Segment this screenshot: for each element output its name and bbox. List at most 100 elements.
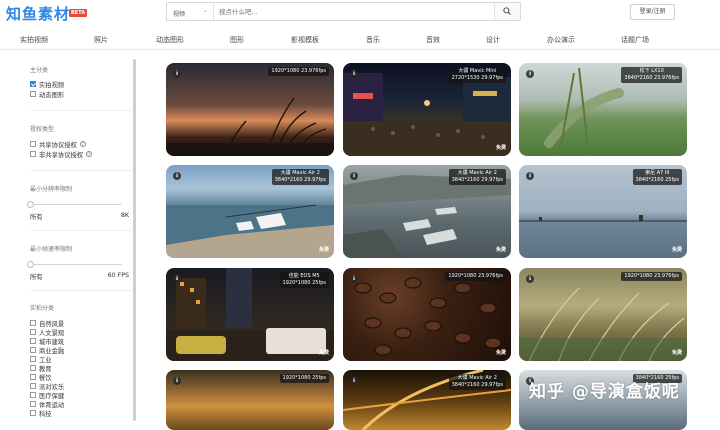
filter-cat-finance[interactable]: 商业金融 <box>30 347 64 356</box>
info-icon[interactable]: i <box>526 172 534 180</box>
help-icon[interactable]: ? <box>86 151 93 157</box>
filter-sidebar: 主分类 实拍视频 动态图形 授权类型 共享协议授权? 非共享协议授权? 最小分辨… <box>22 59 140 421</box>
info-icon[interactable]: i <box>173 275 181 283</box>
divider <box>30 230 132 231</box>
header: 知鱼素材 BETA 视频 ⌄ 登录/注册 <box>0 0 720 28</box>
info-icon[interactable]: i <box>173 172 181 180</box>
info-icon[interactable]: i <box>350 70 358 78</box>
filter-cat-health[interactable]: 医疗保健 <box>30 392 64 401</box>
filter-cat-nature[interactable]: 自然风景 <box>30 320 64 329</box>
help-icon[interactable]: ? <box>79 141 86 147</box>
video-meta: 1920*1080 23.976fps <box>268 67 329 76</box>
divider <box>30 290 132 291</box>
filter-cat-education[interactable]: 教育 <box>30 365 52 374</box>
checkbox[interactable] <box>30 383 36 389</box>
divider <box>30 170 132 171</box>
checkbox[interactable] <box>30 141 36 147</box>
nav-item-sound-effects[interactable]: 音效 <box>426 35 440 45</box>
filter-cat-party[interactable]: 派对欢乐 <box>30 383 64 392</box>
free-badge: 免费 <box>318 350 329 356</box>
nav-item-office[interactable]: 办公演示 <box>547 35 575 45</box>
video-tile[interactable]: i 索尼 A7 III 3840*2160 25fps 免费 <box>519 165 687 258</box>
video-meta: 大疆 Mavic Air 2 3840*2160 29.97fps <box>448 169 506 185</box>
checkbox[interactable] <box>30 329 36 335</box>
free-badge: 免费 <box>495 145 506 151</box>
video-meta: 1920*1080 25fps <box>279 374 329 383</box>
filter-cat-food[interactable]: 餐饮 <box>30 374 52 383</box>
checkbox[interactable] <box>30 392 36 398</box>
nav-item-motion-graphics[interactable]: 动态图形 <box>156 35 184 45</box>
zhihu-watermark: 知乎 @导演盒饭呢 <box>529 382 680 402</box>
min-framerate-slider[interactable] <box>27 261 122 268</box>
info-icon[interactable]: i <box>526 275 534 283</box>
video-tile[interactable]: i 佳能 EOS M5 1920*1080 25fps 免费 <box>166 268 334 361</box>
filter-cat-city[interactable]: 城市建筑 <box>30 338 64 347</box>
filter-main-live-video[interactable]: 实拍视频 <box>30 81 64 90</box>
free-badge: 免费 <box>495 350 506 356</box>
main-category-title: 主分类 <box>30 67 49 74</box>
filter-license-nonshared[interactable]: 非共享协议授权? <box>30 151 93 160</box>
nav-item-topics[interactable]: 话题广场 <box>621 35 649 45</box>
checkbox[interactable] <box>30 338 36 344</box>
video-tile[interactable]: i 1920*1080 23.976fps <box>166 63 334 156</box>
checkbox[interactable] <box>30 91 36 97</box>
min-resolution-range: 所有 8K <box>30 212 129 221</box>
checkbox[interactable] <box>30 356 36 362</box>
video-meta: 大疆 Mavic Mini 2720*1530 29.97fps <box>448 67 506 83</box>
min-resolution-slider[interactable] <box>27 201 122 208</box>
video-meta: 佳能 EOS M5 1920*1080 25fps <box>279 272 329 288</box>
video-tile[interactable]: i 1920*1080 23.976fps 免费 <box>343 268 511 361</box>
nav-item-design[interactable]: 设计 <box>486 35 500 45</box>
info-icon[interactable]: i <box>526 70 534 78</box>
checkbox[interactable] <box>30 347 36 353</box>
nav-item-video-templates[interactable]: 影视模板 <box>291 35 319 45</box>
checkbox[interactable] <box>30 401 36 407</box>
video-tile[interactable]: i 大疆 Mavic Air 2 3840*2160 29.97fps <box>343 370 511 430</box>
filter-cat-industry[interactable]: 工业 <box>30 356 52 365</box>
min-resolution-title: 最小分辨率限制 <box>30 186 73 193</box>
video-tile[interactable]: i 大疆 Mavic Mini 2720*1530 29.97fps 免费 <box>343 63 511 156</box>
video-meta: 1920*1080 23.976fps <box>621 272 682 281</box>
slider-handle[interactable] <box>27 201 34 208</box>
nav-item-photos[interactable]: 照片 <box>94 35 108 45</box>
info-icon[interactable]: i <box>173 377 181 385</box>
divider <box>30 110 132 111</box>
checkbox[interactable] <box>30 374 36 380</box>
checkbox-checked[interactable] <box>30 81 36 87</box>
nav-item-live-video[interactable]: 实拍视频 <box>20 35 48 45</box>
filter-cat-tech[interactable]: 科技 <box>30 410 52 419</box>
category-nav: 实拍视频 照片 动态图形 图形 影视模板 音乐 音效 设计 办公演示 话题广场 <box>0 32 720 50</box>
free-badge: 免费 <box>318 247 329 253</box>
search-input[interactable] <box>219 3 459 20</box>
video-tile[interactable]: i 1920*1080 25fps <box>166 370 334 430</box>
search-button[interactable] <box>494 3 520 20</box>
video-tile[interactable]: i 大疆 Mavic Air 2 3840*2160 29.97fps 免费 <box>343 165 511 258</box>
nav-item-music[interactable]: 音乐 <box>366 35 380 45</box>
site-logo[interactable]: 知鱼素材 <box>6 3 70 24</box>
checkbox[interactable] <box>30 365 36 371</box>
checkbox[interactable] <box>30 320 36 326</box>
checkbox[interactable] <box>30 410 36 416</box>
info-icon[interactable]: i <box>350 377 358 385</box>
sidebar-scrollbar[interactable] <box>133 59 136 421</box>
filter-cat-culture[interactable]: 人文景观 <box>30 329 64 338</box>
checkbox[interactable] <box>30 151 36 157</box>
login-register-button[interactable]: 登录/注册 <box>630 4 675 20</box>
license-title: 授权类型 <box>30 126 55 133</box>
filter-main-motion-graphics[interactable]: 动态图形 <box>30 91 64 100</box>
search-category-select[interactable]: 视频 ⌄ <box>167 3 214 20</box>
info-icon[interactable]: i <box>350 275 358 283</box>
video-tile[interactable]: i 松下 LX10 3840*2160 23.976fps <box>519 63 687 156</box>
nav-item-graphics[interactable]: 图形 <box>230 35 244 45</box>
info-icon[interactable]: i <box>173 70 181 78</box>
video-tile[interactable]: i 大疆 Mavic Air 2 3840*2160 29.97fps 免费 <box>166 165 334 258</box>
live-category-title: 实拍分类 <box>30 305 55 312</box>
video-tile[interactable]: i 1920*1080 23.976fps 免费 <box>519 268 687 361</box>
filter-cat-sports[interactable]: 体育运动 <box>30 401 64 410</box>
slider-handle[interactable] <box>27 261 34 268</box>
thumbnail-coffee-beans <box>354 277 502 356</box>
filter-license-shared[interactable]: 共享协议授权? <box>30 141 86 150</box>
info-icon[interactable]: i <box>350 172 358 180</box>
search-icon <box>503 7 511 15</box>
chevron-down-icon: ⌄ <box>202 7 208 14</box>
